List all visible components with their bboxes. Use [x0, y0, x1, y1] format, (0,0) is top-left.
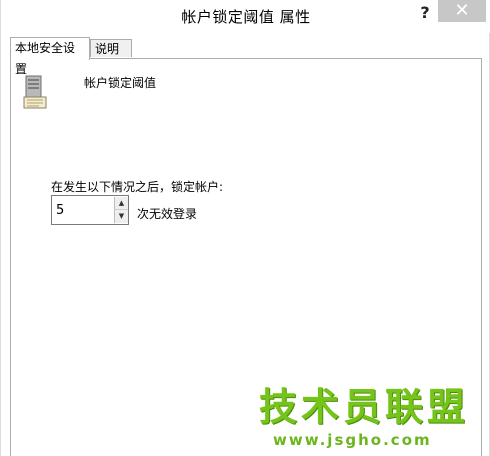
- watermark: 技术员联盟 www.jsgho.com: [259, 385, 489, 455]
- lockout-threshold-input[interactable]: [52, 196, 112, 224]
- spin-down-button[interactable]: ▼: [114, 210, 128, 223]
- tab-explain[interactable]: 说明: [90, 39, 132, 57]
- invalid-logins-label: 次无效登录: [137, 207, 198, 221]
- properties-dialog: 帐户锁定阈值 属性 ? ✕ 本地安全设置 说明 帐户锁定阈值 在发生以下情况之后…: [0, 0, 490, 456]
- close-button[interactable]: ✕: [438, 0, 486, 22]
- policy-name: 帐户锁定阈值: [84, 76, 157, 90]
- help-button[interactable]: ?: [413, 2, 437, 26]
- watermark-url: www.jsgho.com: [273, 431, 432, 449]
- arrow-down-icon: ▼: [118, 212, 125, 220]
- lockout-condition-label: 在发生以下情况之后，锁定帐户:: [51, 180, 224, 194]
- close-icon: ✕: [454, 0, 470, 21]
- spin-up-button[interactable]: ▲: [114, 197, 128, 210]
- tab-local-security-setting[interactable]: 本地安全设置: [10, 37, 90, 76]
- arrow-up-icon: ▲: [118, 199, 125, 207]
- tab-bar: 本地安全设置 说明: [10, 37, 482, 76]
- title-bar[interactable]: 帐户锁定阈值 属性 ? ✕: [1, 0, 490, 33]
- lockout-threshold-stepper: ▲ ▼: [51, 195, 129, 225]
- watermark-logo-text: 技术员联盟: [259, 385, 470, 429]
- server-policy-icon: [23, 75, 49, 109]
